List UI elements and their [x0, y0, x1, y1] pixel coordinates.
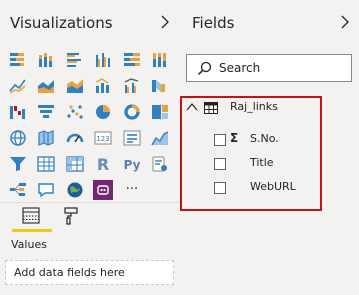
scatter-chart-icon[interactable] [65, 102, 85, 122]
wells-separator [0, 202, 180, 203]
card-icon[interactable]: 123 [93, 128, 113, 148]
matrix-icon[interactable] [65, 154, 85, 174]
field-name: S.No. [250, 132, 279, 145]
svg-text:···: ··· [126, 182, 138, 197]
stacked-column-chart-icon[interactable] [36, 50, 56, 70]
values-drop-zone[interactable]: Add data fields here [5, 260, 174, 285]
chevron-right-icon[interactable] [338, 13, 352, 31]
more-visuals-icon[interactable]: ··· [122, 180, 142, 200]
key-influencers-icon[interactable] [150, 154, 170, 174]
values-well-label: Values [11, 238, 47, 251]
field-checkbox[interactable] [214, 182, 226, 194]
treemap-icon[interactable] [150, 102, 170, 122]
fields-search-box[interactable] [186, 54, 352, 82]
100-stacked-bar-chart-icon[interactable] [122, 50, 142, 70]
active-tab-indicator [12, 229, 52, 232]
clustered-column-chart-icon[interactable] [93, 50, 113, 70]
field-row-weburl[interactable]: WebURL [180, 179, 320, 197]
search-icon [197, 61, 212, 76]
stacked-area-chart-icon[interactable] [65, 76, 85, 96]
table-visual-icon[interactable] [36, 154, 56, 174]
field-checkbox[interactable] [214, 158, 226, 170]
decomposition-tree-icon[interactable] [8, 180, 28, 200]
visualizations-pane: Visualizations 123 R Py ··· Values Add d… [0, 0, 180, 295]
field-name: Title [250, 156, 274, 169]
r-script-visual-icon[interactable]: R [93, 154, 113, 174]
area-chart-icon[interactable] [36, 76, 56, 96]
waterfall-chart-icon[interactable] [8, 102, 28, 122]
field-name: WebURL [250, 180, 296, 193]
chevron-right-icon[interactable] [158, 13, 172, 31]
filled-map-icon[interactable] [36, 128, 56, 148]
pie-chart-icon[interactable] [93, 102, 113, 122]
ribbon-chart-icon[interactable] [150, 76, 170, 96]
table-node-raj-links[interactable]: Raj_links [184, 99, 314, 117]
multi-row-card-icon[interactable] [122, 128, 142, 148]
table-icon [204, 102, 218, 114]
format-paint-roller-icon[interactable] [60, 205, 82, 227]
kpi-icon[interactable] [150, 128, 170, 148]
fields-tab-icon[interactable] [20, 205, 42, 227]
search-input[interactable] [219, 59, 344, 77]
field-row-sno[interactable]: Σ S.No. [180, 131, 320, 149]
svg-text:123: 123 [96, 135, 109, 143]
line-and-clustered-column-chart-icon[interactable] [122, 76, 142, 96]
sigma-icon: Σ [230, 131, 239, 145]
donut-chart-icon[interactable] [122, 102, 142, 122]
python-visual-icon[interactable]: Py [122, 154, 142, 174]
slicer-icon[interactable] [8, 154, 28, 174]
field-row-title[interactable]: Title [180, 155, 320, 173]
power-apps-icon[interactable] [93, 180, 113, 200]
clustered-bar-chart-icon[interactable] [65, 50, 85, 70]
table-name: Raj_links [230, 100, 278, 113]
fields-pane: Fields Raj_links Σ S.No. Title WebURL [180, 0, 359, 295]
gauge-icon[interactable] [65, 128, 85, 148]
map-icon[interactable] [8, 128, 28, 148]
fields-title: Fields [192, 14, 235, 32]
100-stacked-column-chart-icon[interactable] [150, 50, 170, 70]
svg-text:Py: Py [124, 158, 141, 172]
svg-text:R: R [97, 155, 109, 174]
arcgis-map-icon[interactable] [65, 180, 85, 200]
qa-visual-icon[interactable] [36, 180, 56, 200]
stacked-bar-chart-icon[interactable] [8, 50, 28, 70]
visualizations-title: Visualizations [10, 14, 113, 32]
chevron-up-icon[interactable] [186, 101, 198, 113]
field-checkbox[interactable] [214, 134, 226, 146]
line-and-stacked-column-chart-icon[interactable] [93, 76, 113, 96]
line-chart-icon[interactable] [8, 76, 28, 96]
funnel-chart-icon[interactable] [36, 102, 56, 122]
